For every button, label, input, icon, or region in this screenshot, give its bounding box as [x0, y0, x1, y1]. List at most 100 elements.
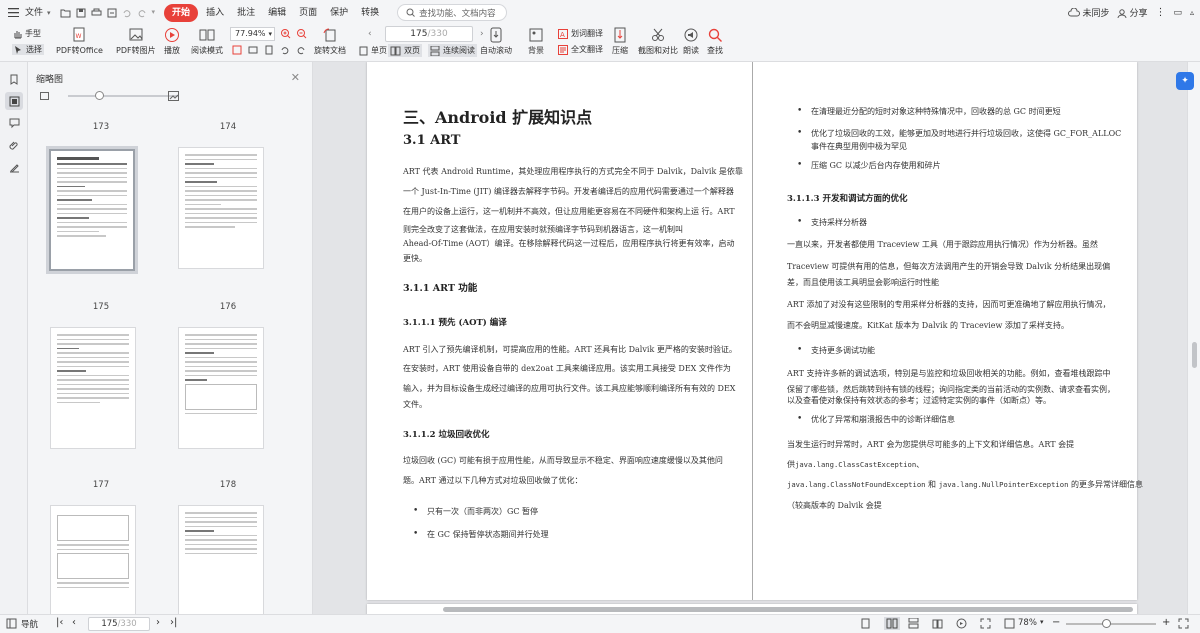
pdf-to-image-button[interactable]: PDF转图片 [116, 27, 156, 56]
zoom-out-icon[interactable] [296, 28, 307, 39]
save-icon[interactable] [76, 8, 86, 18]
find-button[interactable]: 查找 [707, 27, 723, 56]
zoom-level[interactable]: 78% [1018, 618, 1037, 628]
book-view-icon[interactable] [932, 618, 943, 629]
translate-full-button[interactable]: 全文翻译 [558, 44, 603, 55]
horizontal-scroll-thumb[interactable] [443, 607, 1133, 612]
sync-status[interactable]: 未同步 [1082, 6, 1109, 19]
play-button[interactable]: 播放 [164, 27, 180, 56]
bookmark-icon[interactable] [5, 70, 23, 88]
double-page-view-icon[interactable] [884, 617, 900, 630]
zoom-out-icon[interactable]: − [1052, 617, 1060, 628]
share-icon[interactable] [1117, 8, 1127, 18]
fullscreen-icon[interactable] [980, 618, 991, 629]
large-image-icon[interactable] [168, 91, 179, 101]
comment-icon[interactable] [5, 114, 23, 132]
code-null-pointer: java.lang.NullPointerException [938, 480, 1069, 489]
search-input[interactable]: 查找功能、文档内容 [397, 4, 508, 21]
slider-handle[interactable] [95, 91, 104, 100]
more-icon[interactable]: ⋮ [1155, 7, 1165, 18]
rotate-document-button[interactable]: 旋转文档 [314, 27, 346, 56]
menu-file[interactable]: 文件 [22, 4, 48, 22]
status-page-input[interactable]: 175/330 [88, 617, 150, 631]
thumbnail-page-176[interactable] [178, 147, 264, 269]
read-aloud-button[interactable]: 朗读 [683, 27, 699, 56]
zoom-in-icon[interactable] [280, 28, 291, 39]
background-button[interactable]: 背景 [528, 27, 544, 56]
last-page-icon[interactable]: ›| [170, 617, 177, 628]
collapse-ribbon-icon[interactable]: ▵ [1190, 8, 1194, 17]
navigation-label[interactable]: 导航 [21, 618, 38, 630]
next-page-icon[interactable]: › [156, 617, 160, 628]
menu-insert[interactable]: 插入 [201, 4, 229, 22]
zoom-select[interactable]: 77.94% ▾ [230, 27, 275, 41]
continuous-view-icon[interactable] [908, 618, 919, 629]
prev-page-icon[interactable]: ‹ [368, 29, 372, 39]
thumbnail-page-175[interactable] [46, 146, 138, 274]
read-mode-button[interactable]: 阅读模式 [191, 27, 223, 56]
heading-3-1-1-3: 3.1.1.3 开发和调试方面的优化 [787, 194, 908, 204]
menu-comment[interactable]: 批注 [232, 4, 260, 22]
screenshot-compare-button[interactable]: 截图和对比 [638, 27, 678, 56]
thumbnail-page-179[interactable] [50, 505, 136, 614]
hamburger-icon[interactable] [8, 8, 19, 17]
first-page-icon[interactable]: |‹ [56, 617, 63, 628]
redo-icon[interactable] [137, 8, 147, 18]
menu-start[interactable]: 开始 [164, 3, 199, 22]
continuous-read-button[interactable]: 连续阅读 [428, 44, 477, 57]
minimize-icon[interactable]: ▭ [1173, 8, 1182, 18]
thumbnail-page-177[interactable] [50, 327, 136, 449]
zoom-slider-handle[interactable] [1102, 619, 1111, 628]
auto-scroll-button[interactable]: 自动滚动 [480, 27, 512, 56]
menu-protect[interactable]: 保护 [325, 4, 353, 22]
single-page-view-icon[interactable] [860, 618, 871, 629]
chevron-down-icon[interactable]: ▾ [152, 8, 156, 18]
compress-button[interactable]: 压缩 [612, 27, 628, 56]
translate-word-button[interactable]: A 划词翻译 [558, 28, 603, 39]
menu-convert[interactable]: 转换 [356, 4, 384, 22]
assistant-icon[interactable]: ✦ [1176, 72, 1194, 90]
horizontal-scrollbar[interactable] [313, 604, 1187, 614]
menu-page[interactable]: 页面 [294, 4, 322, 22]
share-button[interactable]: 分享 [1129, 6, 1147, 19]
print-icon[interactable] [91, 8, 102, 18]
thumbnail-page-178[interactable] [178, 327, 264, 449]
thumbnail-page-180[interactable] [178, 505, 264, 614]
single-page-button[interactable]: 单页 [359, 45, 387, 56]
hand-tool[interactable]: 手型 [12, 28, 41, 39]
vertical-scrollbar[interactable]: ✦ [1176, 62, 1200, 614]
small-image-icon[interactable] [40, 92, 49, 100]
attachment-icon[interactable] [5, 136, 23, 154]
zoom-in-icon[interactable]: + [1162, 617, 1170, 628]
rotate-right-icon[interactable] [296, 45, 306, 55]
zoom-slider[interactable] [1066, 623, 1156, 625]
thumbnail-size-slider[interactable] [68, 95, 178, 97]
fit-icon[interactable] [1004, 618, 1015, 629]
select-tool[interactable]: 选择 [12, 44, 44, 55]
fit-page-icon[interactable] [232, 45, 242, 55]
page-number-input[interactable]: 175/330 [385, 26, 473, 42]
folder-icon[interactable] [60, 8, 71, 18]
fit-width-icon[interactable] [248, 45, 258, 55]
prev-page-icon[interactable]: ‹ [72, 617, 76, 628]
menu-edit[interactable]: 编辑 [263, 4, 291, 22]
close-icon[interactable]: ✕ [291, 71, 300, 84]
navigation-icon[interactable] [6, 618, 17, 629]
rotate-left-icon[interactable] [280, 45, 290, 55]
chevron-down-icon[interactable]: ▾ [47, 9, 51, 17]
cloud-icon[interactable] [1068, 8, 1081, 17]
thumbnail-icon[interactable] [5, 92, 23, 110]
heading-3-1-1-1: 3.1.1.1 预先 (AOT) 编译 [403, 318, 507, 328]
chevron-down-icon[interactable]: ▾ [1040, 618, 1044, 626]
actual-size-icon[interactable] [264, 45, 274, 55]
undo-icon[interactable] [122, 8, 132, 18]
signature-icon[interactable] [5, 158, 23, 176]
art-sampling-line-1: ART 添加了对没有这些限制的专用采样分析器的支持，因而可更准确地了解应用执行情… [787, 300, 1111, 309]
vertical-scroll-thumb[interactable] [1192, 342, 1197, 368]
export-icon[interactable] [107, 8, 117, 18]
double-page-button[interactable]: 双页 [388, 44, 422, 57]
intro-line-5: Ahead-Of-Time (AOT）编译。在移除解释代码这一过程后，应用程序执… [403, 239, 735, 248]
pdf-to-office-button[interactable]: W PDF转Office [56, 27, 103, 56]
eye-protect-icon[interactable] [956, 618, 967, 629]
fit-window-icon[interactable] [1178, 618, 1189, 629]
